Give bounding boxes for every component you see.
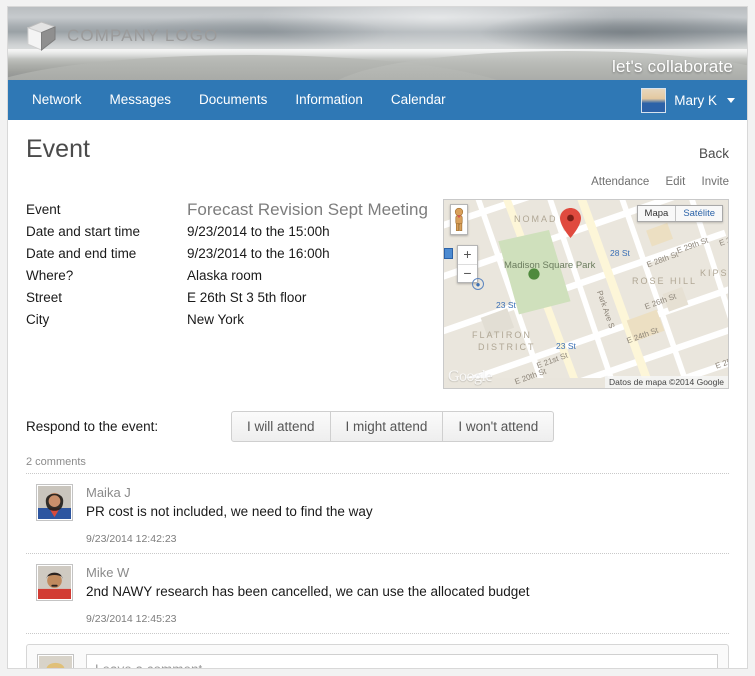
wont-attend-button[interactable]: I won't attend: [443, 411, 555, 442]
site-banner: COMPANY LOGO let's collaborate: [8, 7, 747, 80]
nav-item-documents[interactable]: Documents: [185, 80, 281, 120]
app-root: COMPANY LOGO let's collaborate Network M…: [0, 0, 755, 676]
comment-composer: Leave a comment: [26, 644, 729, 668]
detail-value-start-time: 9/23/2014 to the 15:00h: [187, 224, 330, 239]
detail-label: Where?: [26, 268, 74, 283]
avatar: [641, 87, 667, 113]
might-attend-button[interactable]: I might attend: [330, 411, 444, 442]
avatar: [37, 654, 74, 668]
edit-link[interactable]: Edit: [665, 176, 685, 188]
comment-input[interactable]: Leave a comment: [86, 654, 718, 668]
event-details: Event Forecast Revision Sept Meeting Dat…: [26, 199, 443, 389]
avatar[interactable]: [36, 564, 73, 601]
detail-value-where: Alaska room: [187, 268, 263, 283]
pegman-glyph: [454, 207, 464, 231]
user-menu-name: Mary K: [674, 92, 717, 108]
comment-author: Mike W: [86, 565, 130, 580]
detail-row-event: Event Forecast Revision Sept Meeting: [26, 199, 443, 221]
detail-label: Street: [26, 290, 63, 305]
google-watermark: Google: [448, 368, 493, 385]
map-type-satelite[interactable]: Satélite: [675, 206, 722, 221]
comment-timestamp: 9/23/2014 12:45:23: [86, 613, 177, 625]
nav-item-network[interactable]: Network: [18, 80, 96, 120]
comments-count: 2 comments: [26, 456, 729, 474]
respond-section: Respond to the event: I will attend I mi…: [26, 411, 729, 442]
comment-input-placeholder: Leave a comment: [95, 662, 202, 668]
app-frame: COMPANY LOGO let's collaborate Network M…: [7, 6, 748, 669]
map-type-mapa[interactable]: Mapa: [638, 206, 676, 221]
page-content: Event Back Attendance Edit Invite Event …: [8, 120, 747, 668]
current-user-avatar: [39, 656, 72, 668]
attendance-link[interactable]: Attendance: [591, 176, 649, 188]
detail-label: Date and end time: [26, 246, 137, 261]
tagline: let's collaborate: [612, 57, 733, 76]
detail-row-end: Date and end time 9/23/2014 to the 16:00…: [26, 243, 443, 265]
map-attribution: Datos de mapa ©2014 Google: [605, 376, 728, 388]
detail-value-event-name: Forecast Revision Sept Meeting: [187, 200, 428, 219]
comment-timestamp: 9/23/2014 12:42:23: [86, 533, 177, 545]
nav-item-information[interactable]: Information: [281, 80, 377, 120]
map-type-control[interactable]: Mapa Satélite: [636, 205, 723, 222]
street-view-pegman-icon[interactable]: [450, 204, 468, 235]
detail-row-start: Date and start time 9/23/2014 to the 15:…: [26, 221, 443, 243]
detail-row-where: Where? Alaska room: [26, 265, 443, 287]
event-body: Event Forecast Revision Sept Meeting Dat…: [26, 199, 729, 389]
company-logo-text: COMPANY LOGO: [67, 26, 219, 45]
respond-label: Respond to the event:: [26, 419, 159, 434]
invite-link[interactable]: Invite: [702, 176, 730, 188]
main-navigation: Network Messages Documents Information C…: [8, 80, 747, 120]
detail-label: Event: [26, 202, 61, 217]
lock-icon: ●: [472, 278, 484, 290]
comment-body: Maika J PR cost is not included, we need…: [86, 484, 729, 545]
nav-item-calendar[interactable]: Calendar: [377, 80, 460, 120]
back-link[interactable]: Back: [699, 146, 729, 164]
detail-value-end-time: 9/23/2014 to the 16:00h: [187, 246, 330, 261]
detail-value-city: New York: [187, 312, 245, 327]
map-pin-icon: [560, 208, 581, 238]
user-menu[interactable]: Mary K: [641, 80, 735, 120]
zoom-in-button[interactable]: +: [458, 246, 477, 264]
comment-author: Maika J: [86, 485, 131, 500]
comment-text: PR cost is not included, we need to find…: [86, 504, 373, 519]
cube-icon: [27, 21, 56, 51]
page-header: Event Back: [26, 120, 729, 164]
detail-row-city: City New York: [26, 309, 443, 331]
comment-body: Mike W 2nd NAWY research has been cancel…: [86, 564, 729, 625]
list-item: Maika J PR cost is not included, we need…: [26, 474, 729, 554]
detail-value-street: E 26th St 3 5th floor: [187, 290, 307, 305]
respond-button-group: I will attend I might attend I won't att…: [231, 411, 555, 442]
map-side-icon[interactable]: [444, 248, 453, 259]
commenter-avatar: [38, 486, 71, 519]
will-attend-button[interactable]: I will attend: [231, 411, 331, 442]
map-zoom-control[interactable]: + −: [457, 245, 478, 283]
event-location-map[interactable]: NOMAD Madison Square Park 28 St 23 St 23…: [443, 199, 729, 389]
chevron-down-icon: [727, 97, 735, 103]
nav-item-messages[interactable]: Messages: [96, 80, 186, 120]
page-title: Event: [26, 135, 90, 163]
map-roads: [444, 200, 728, 379]
avatar[interactable]: [36, 484, 73, 521]
action-links: Attendance Edit Invite: [26, 176, 729, 188]
commenter-avatar: [38, 566, 71, 599]
company-logo[interactable]: COMPANY LOGO: [27, 21, 218, 51]
comment-text: 2nd NAWY research has been cancelled, we…: [86, 584, 530, 599]
detail-label: City: [26, 312, 50, 327]
detail-row-street: Street E 26th St 3 5th floor: [26, 287, 443, 309]
list-item: Mike W 2nd NAWY research has been cancel…: [26, 554, 729, 634]
detail-label: Date and start time: [26, 224, 141, 239]
